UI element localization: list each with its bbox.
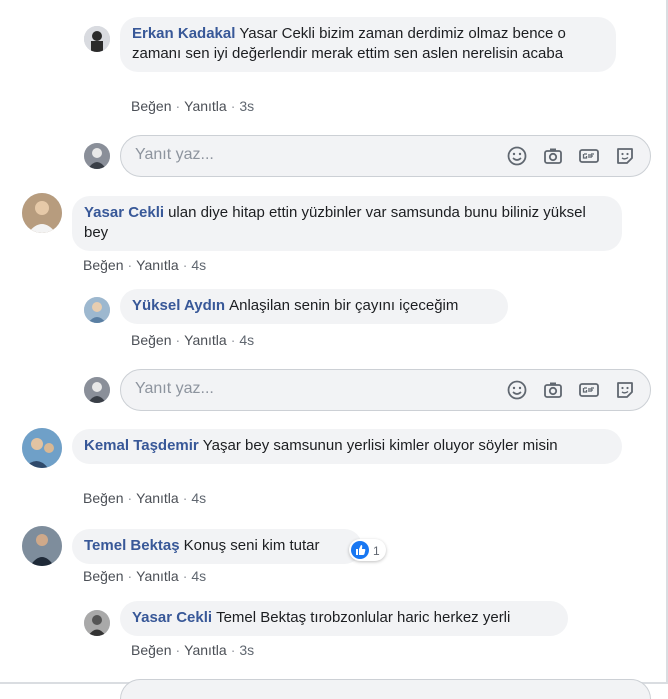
comment-actions: Beğen · Yanıtla · 4s xyxy=(83,568,206,584)
comment-text: Yaşar bey samsunun yerlisi kimler oluyor… xyxy=(202,437,558,454)
reaction-count: 1 xyxy=(373,543,380,558)
timestamp[interactable]: 4s xyxy=(191,257,206,273)
comment-author[interactable]: Yasar Cekli xyxy=(84,204,164,221)
separator: · xyxy=(230,98,236,114)
reply-link[interactable]: Yanıtla xyxy=(136,490,179,506)
comment-bubble: Yasar Cekli ulan diye hitap ettin yüzbinl… xyxy=(72,196,622,251)
avatar[interactable] xyxy=(84,610,110,636)
separator: · xyxy=(175,332,181,348)
separator: · xyxy=(230,332,236,348)
reply-link[interactable]: Yanıtla xyxy=(184,98,227,114)
separator: · xyxy=(127,257,133,273)
reaction-summary[interactable]: 1 xyxy=(349,539,386,561)
reply-link[interactable]: Yanıtla xyxy=(136,568,179,584)
comment-text: Anlaşilan senin bir çayını içeceğim xyxy=(229,297,459,314)
sticker-icon[interactable] xyxy=(614,145,636,167)
comment-text: Konuş seni kim tutar xyxy=(183,537,320,554)
smiley-icon[interactable] xyxy=(506,379,528,401)
like-link[interactable]: Beğen xyxy=(131,98,171,114)
current-user-avatar xyxy=(84,377,110,403)
comment-author[interactable]: Yasar Cekli xyxy=(132,609,212,626)
like-link[interactable]: Beğen xyxy=(83,490,123,506)
avatar[interactable] xyxy=(22,193,62,233)
reply-link[interactable]: Yanıtla xyxy=(184,642,227,658)
comment-bubble: Yasar Cekli Temel Bektaş tırobzonlular ha… xyxy=(120,601,568,636)
comment-author[interactable]: Temel Bektaş xyxy=(84,537,180,554)
separator: · xyxy=(127,490,133,506)
like-reaction-icon xyxy=(351,540,369,559)
separator: · xyxy=(182,490,188,506)
separator: · xyxy=(127,568,133,584)
separator: · xyxy=(230,642,236,658)
timestamp[interactable]: 3s xyxy=(239,642,254,658)
separator: · xyxy=(182,257,188,273)
timestamp[interactable]: 4s xyxy=(191,490,206,506)
camera-icon[interactable] xyxy=(542,379,564,401)
smiley-icon[interactable] xyxy=(506,145,528,167)
gif-icon[interactable] xyxy=(578,379,600,401)
separator: · xyxy=(182,568,188,584)
avatar[interactable] xyxy=(84,297,110,323)
reply-placeholder: Yanıt yaz... xyxy=(135,146,214,163)
comment-bubble: Kemal Taşdemir Yaşar bey samsunun yerlisi… xyxy=(72,429,622,464)
like-link[interactable]: Beğen xyxy=(131,642,171,658)
comment-author[interactable]: Erkan Kadakal xyxy=(132,25,235,42)
avatar[interactable] xyxy=(22,428,62,468)
like-link[interactable]: Beğen xyxy=(83,257,123,273)
comment-actions: Beğen · Yanıtla · 4s xyxy=(83,490,206,506)
separator: · xyxy=(175,98,181,114)
comment-text: Temel Bektaş tırobzonlular haric herkez … xyxy=(216,609,511,626)
avatar[interactable] xyxy=(84,26,110,52)
reply-input-partial[interactable] xyxy=(120,679,651,699)
reply-input[interactable]: Yanıt yaz... xyxy=(120,135,651,177)
reply-input[interactable]: Yanıt yaz... xyxy=(120,369,651,411)
avatar[interactable] xyxy=(22,526,62,566)
sticker-icon[interactable] xyxy=(614,379,636,401)
comment-actions: Beğen · Yanıtla · 4s xyxy=(131,332,254,348)
reply-link[interactable]: Yanıtla xyxy=(184,332,227,348)
like-link[interactable]: Beğen xyxy=(83,568,123,584)
comment-actions: Beğen · Yanıtla · 4s xyxy=(83,257,206,273)
comment-bubble: Temel Bektaş Konuş seni kim tutar xyxy=(72,529,362,564)
timestamp[interactable]: 3s xyxy=(239,98,254,114)
reply-link[interactable]: Yanıtla xyxy=(136,257,179,273)
comment-actions: Beğen · Yanıtla · 3s xyxy=(131,642,254,658)
current-user-avatar xyxy=(84,143,110,169)
reply-placeholder: Yanıt yaz... xyxy=(135,380,214,397)
comment-actions: Beğen · Yanıtla · 3s xyxy=(131,98,254,114)
like-link[interactable]: Beğen xyxy=(131,332,171,348)
comment-author[interactable]: Kemal Taşdemir xyxy=(84,437,199,454)
comment-author[interactable]: Yüksel Aydın xyxy=(132,297,225,314)
timestamp[interactable]: 4s xyxy=(239,332,254,348)
separator: · xyxy=(175,642,181,658)
camera-icon[interactable] xyxy=(542,145,564,167)
comment-bubble: Erkan Kadakal Yasar Cekli bizim zaman der… xyxy=(120,17,616,72)
gif-icon[interactable] xyxy=(578,145,600,167)
comment-bubble: Yüksel Aydın Anlaşilan senin bir çayını i… xyxy=(120,289,508,324)
timestamp[interactable]: 4s xyxy=(191,568,206,584)
